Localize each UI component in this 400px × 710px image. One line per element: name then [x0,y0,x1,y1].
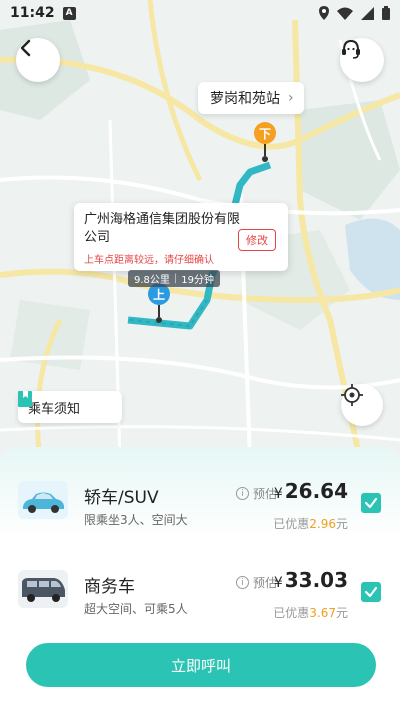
car-desc: 限乘坐3人、空间大 [84,513,188,527]
locate-button[interactable] [341,384,383,426]
edit-pickup-button[interactable]: 修改 [238,229,276,251]
currency-symbol: ¥ [273,575,283,591]
customer-service-button[interactable] [340,38,384,82]
info-icon[interactable]: i [236,576,249,589]
signal-icon [361,6,374,20]
back-button[interactable] [16,38,60,82]
map-view[interactable]: 下 上 萝岗和苑站 › 广州海格通信集团股份有限公司 上车点距离较远，请仔细确认… [0,0,400,460]
discount-suffix: 元 [335,606,348,620]
price-value: 33.03 [284,568,348,592]
info-icon[interactable]: i [236,487,249,500]
dropoff-marker: 下 [254,122,276,162]
pickup-address: 广州海格通信集团股份有限公司 [84,212,241,245]
book-icon [18,391,32,407]
destination-bubble[interactable]: 萝岗和苑站 › [198,82,304,114]
pickup-marker: 上 [148,283,170,325]
pickup-warning: 上车点距离较远，请仔细确认 [84,255,214,266]
route-separator: | [173,273,178,284]
sedan-car-icon [18,481,68,519]
checkmark-icon [364,586,378,598]
crosshair-icon [341,384,363,406]
destination-name: 萝岗和苑站 [210,91,280,107]
select-checkbox[interactable] [361,493,381,513]
chevron-right-icon: › [288,90,294,106]
status-bar: 11:42 A [0,0,400,26]
route-duration: 19分钟 [181,275,215,286]
status-time: 11:42 [10,5,55,21]
route-info: 9.8公里 | 19分钟 [128,270,221,287]
price-value: 26.64 [284,479,348,503]
discount-amount: 3.67 [309,606,336,620]
estimate-label: i 预估 [236,574,277,591]
estimate-label: i 预估 [236,485,277,502]
ride-notice-label: 乘车须知 [28,401,81,417]
car-option-business[interactable]: 商务车 超大空间、可乘5人 i 预估 ¥33.03 已优惠3.67元 [0,564,400,634]
battery-icon [382,6,390,20]
headset-icon [342,39,360,59]
ride-notice-button[interactable]: 乘车须知 [18,391,122,423]
discount-suffix: 元 [335,517,348,531]
wifi-icon [337,7,353,20]
call-now-button[interactable]: 立即呼叫 [26,643,376,687]
car-price: ¥26.64 [274,479,348,503]
back-arrow-icon [20,39,31,57]
dropoff-marker-label: 下 [254,122,276,144]
van-car-icon [18,570,68,608]
car-option-sedan[interactable]: 轿车/SUV 限乘坐3人、空间大 i 预估 ¥26.64 已优惠2.96元 [0,475,400,545]
location-pin-icon [319,6,329,20]
route-distance: 9.8公里 [134,275,170,286]
checkmark-icon [364,497,378,509]
car-name: 商务车 [84,577,135,597]
discount-prefix: 已优惠 [273,606,310,620]
discount-amount: 2.96 [309,517,336,531]
discount-prefix: 已优惠 [273,517,310,531]
car-discount: 已优惠3.67元 [273,604,348,621]
car-name: 轿车/SUV [84,488,159,508]
car-desc: 超大空间、可乘5人 [84,602,188,616]
currency-symbol: ¥ [273,486,283,502]
notification-icon: A [62,6,76,20]
car-price: ¥33.03 [274,568,348,592]
pickup-card: 广州海格通信集团股份有限公司 上车点距离较远，请仔细确认 修改 [74,203,288,271]
car-discount: 已优惠2.96元 [273,515,348,532]
select-checkbox[interactable] [361,582,381,602]
